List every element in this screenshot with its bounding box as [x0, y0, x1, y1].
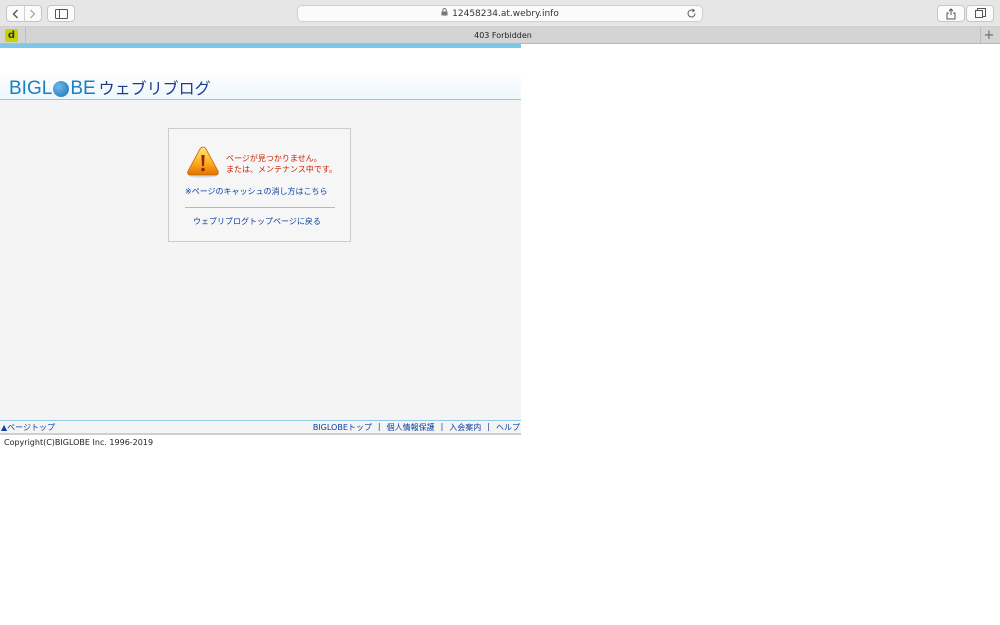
footer-separator: | [487, 422, 490, 431]
new-tab-button[interactable]: + [982, 27, 996, 43]
url-text: 12458234.at.webry.info [452, 8, 559, 19]
tab-active[interactable]: 403 Forbidden [25, 27, 981, 43]
browser-toolbar: 12458234.at.webry.info [0, 0, 1000, 27]
chevron-right-icon [30, 9, 36, 18]
forward-button[interactable] [23, 6, 42, 21]
page-top-link[interactable]: ▲ページトップ [1, 422, 55, 433]
share-button[interactable] [937, 5, 965, 22]
address-bar[interactable]: 12458234.at.webry.info [297, 5, 703, 22]
back-button[interactable] [7, 6, 24, 21]
footer-separator: | [440, 422, 444, 431]
divider [185, 207, 335, 208]
biglobe-logo[interactable]: BIGL BE ウェブリブログ [9, 78, 211, 100]
error-message-line2: または、メンテナンス中です。 [226, 165, 338, 174]
footer-links: BIGLOBEトップ | 個人情報保護 | 入会案内 | ヘルプ [313, 422, 520, 433]
logo-subtitle: ウェブリブログ [98, 79, 211, 98]
favicon[interactable]: d [5, 29, 18, 42]
error-message: ページが見つかりません。 または、メンテナンス中です。 [226, 153, 348, 175]
share-icon [946, 7, 956, 19]
logo-text-part2: BE [70, 78, 96, 99]
site-header: BIGL BE ウェブリブログ [0, 48, 521, 100]
reload-icon[interactable] [686, 8, 697, 19]
footer-link-help[interactable]: ヘルプ [496, 422, 520, 433]
sidebar-button[interactable] [47, 5, 75, 22]
copyright-text: Copyright(C)BIGLOBE Inc. 1996-2019 [4, 438, 154, 447]
logo-text-part1: BIGL [9, 78, 53, 99]
footer-link-join[interactable]: 入会案内 [449, 422, 481, 433]
error-message-line1: ページが見つかりません。 [226, 154, 322, 163]
tabs-icon [974, 8, 986, 18]
footer-link-biglobe-top[interactable]: BIGLOBEトップ [313, 422, 372, 433]
footer-separator: | [377, 422, 381, 431]
tabs-overview-button[interactable] [966, 5, 994, 22]
sidebar-icon [54, 8, 68, 19]
lock-icon [441, 8, 448, 19]
back-to-top-link[interactable]: ウェブリブログトップページに戻る [193, 216, 321, 227]
tab-title-text: 403 Forbidden [474, 30, 532, 40]
footer-bottom-rule [0, 433, 521, 435]
chevron-left-icon [12, 9, 18, 18]
error-panel: ページが見つかりません。 または、メンテナンス中です。 ※ページのキャッシュの消… [168, 128, 351, 242]
tab-bar: d 403 Forbidden + [0, 27, 1000, 44]
footer-link-privacy[interactable]: 個人情報保護 [387, 422, 435, 433]
page-content: BIGL BE ウェブリブログ ページが見つかりません。 または、メンテナンス中で… [0, 44, 521, 435]
site-footer: ▲ページトップ BIGLOBEトップ | 個人情報保護 | 入会案内 | ヘルプ [0, 420, 521, 433]
nav-buttons [6, 5, 42, 22]
cache-help-link[interactable]: ※ページのキャッシュの消し方はこちら [185, 186, 328, 197]
globe-icon [53, 81, 70, 97]
warning-icon [187, 146, 219, 178]
